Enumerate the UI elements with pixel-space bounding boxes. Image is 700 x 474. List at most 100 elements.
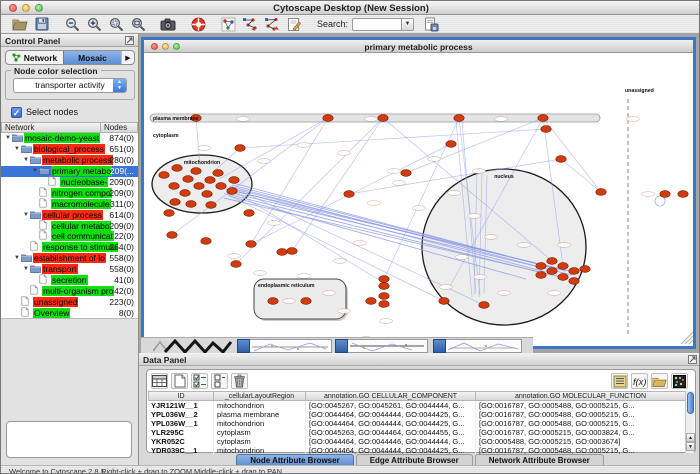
- network-overview-icon[interactable]: [219, 16, 237, 33]
- formula-icon[interactable]: f(x): [631, 373, 648, 389]
- table-row[interactable]: YLR295Ccytoplasm[GO:0045263, GO:0044464,…: [148, 428, 686, 437]
- tree-row[interactable]: ▼cellular process614(0): [1, 209, 138, 220]
- disclosure-triangle-icon[interactable]: ▼: [13, 146, 21, 152]
- tree-row[interactable]: ▼primary metabo209(...: [1, 166, 138, 177]
- network-edge[interactable]: [240, 129, 546, 148]
- create-attribute-icon[interactable]: [171, 373, 188, 389]
- table-row[interactable]: YPL036W__1mitochondrion[GO:0044464, GO:0…: [148, 419, 686, 428]
- network-node[interactable]: [159, 172, 169, 179]
- network-node[interactable]: [536, 272, 546, 279]
- network-node[interactable]: [206, 202, 216, 209]
- table-row[interactable]: YPL036W__2plasma membrane[GO:0044464, GO…: [148, 410, 686, 419]
- network-node[interactable]: [378, 115, 388, 122]
- network-node[interactable]: [454, 115, 464, 122]
- minimized-window-1[interactable]: [237, 339, 332, 353]
- table-cell[interactable]: cytoplasm: [214, 437, 306, 446]
- tree-row[interactable]: ▼biological_process651(0): [1, 144, 138, 155]
- select-nodes-checkbox[interactable]: ✓: [11, 107, 22, 118]
- network-node[interactable]: [541, 126, 551, 133]
- table-row[interactable]: YKR052Ccytoplasm[GO:0044464, GO:0044446,…: [148, 437, 686, 446]
- table-cell[interactable]: [GO:0016787, GO:0005488, GO:0005215, G..…: [476, 401, 686, 410]
- network-node[interactable]: [547, 268, 557, 275]
- network-node[interactable]: [231, 261, 241, 268]
- network-node[interactable]: [169, 183, 179, 190]
- network-node[interactable]: [401, 170, 411, 177]
- network-node[interactable]: [172, 165, 182, 172]
- table-cell[interactable]: YPL036W__2: [148, 410, 214, 419]
- table-column-header[interactable]: annotation.GO MOLECULAR_FUNCTION: [476, 391, 686, 401]
- delete-attribute-icon[interactable]: [231, 373, 248, 389]
- unselect-attributes-icon[interactable]: [211, 373, 228, 389]
- network-node[interactable]: [678, 191, 688, 198]
- tab-mosaic[interactable]: Mosaic: [63, 51, 121, 64]
- disclosure-triangle-icon[interactable]: ▼: [22, 157, 30, 163]
- network-node[interactable]: [191, 168, 201, 175]
- table-column-header[interactable]: annotation.GO CELLULAR_COMPONENT: [306, 391, 476, 401]
- network-node[interactable]: [216, 183, 226, 190]
- help-icon[interactable]: [189, 16, 207, 33]
- table-cell[interactable]: [GO:0016787, GO:0005488, GO:0005215, G..…: [476, 410, 686, 419]
- tree-row[interactable]: ▼transport558(0): [1, 264, 138, 275]
- zoom-in-icon[interactable]: [85, 16, 103, 33]
- attribute-table-scrollbar[interactable]: ▲ ▼: [685, 391, 694, 453]
- tree-column-nodes[interactable]: Nodes: [101, 122, 138, 133]
- tree-column-network[interactable]: Network: [1, 122, 101, 133]
- float-panel-icon[interactable]: [688, 355, 697, 364]
- table-cell[interactable]: [GO:0045267, GO:0045261, GO:0044444, G..…: [306, 401, 476, 410]
- disclosure-triangle-icon[interactable]: ▼: [4, 135, 12, 141]
- network-node[interactable]: [558, 274, 568, 281]
- float-panel-icon[interactable]: [125, 36, 134, 45]
- resize-grip-icon[interactable]: [685, 336, 693, 344]
- table-cell[interactable]: [GO:0045263, GO:0044464, GO:0044455, G..…: [306, 428, 476, 437]
- network-node[interactable]: [323, 115, 333, 122]
- network-node[interactable]: [235, 145, 245, 152]
- tree-row[interactable]: secretion41(0): [1, 275, 138, 286]
- network-node[interactable]: [558, 263, 568, 270]
- zoom-fit-icon[interactable]: [129, 16, 147, 33]
- open-icon[interactable]: [11, 16, 29, 33]
- table-cell[interactable]: [GO:0016787, GO:0005488, GO:0005215, G..…: [476, 419, 686, 428]
- network-node[interactable]: [379, 283, 389, 290]
- table-cell[interactable]: [GO:0016787, GO:0005215, GO:0003824, G..…: [476, 428, 686, 437]
- table-cell[interactable]: mitochondrion: [214, 401, 306, 410]
- minimized-window-titlebar[interactable]: [433, 339, 446, 353]
- matrix-icon[interactable]: [671, 373, 688, 389]
- network-view-window[interactable]: primary metabolic process plasma membran…: [141, 37, 696, 349]
- table-cell[interactable]: [GO:0044464, GO:0044444, GO:0044425, G..…: [306, 419, 476, 428]
- resize-grip-icon[interactable]: [689, 340, 693, 344]
- minimized-window-3[interactable]: [433, 339, 522, 353]
- network-node[interactable]: [569, 268, 579, 275]
- tree-row[interactable]: nucleobase-209(0): [1, 177, 138, 188]
- network-node[interactable]: [379, 293, 389, 300]
- network-node[interactable]: [556, 156, 566, 163]
- network-node[interactable]: [205, 177, 215, 184]
- select-attributes-icon[interactable]: [191, 373, 208, 389]
- network-node[interactable]: [186, 201, 196, 208]
- network-node[interactable]: [180, 190, 190, 197]
- table-cell[interactable]: [GO:0044464, GO:0044446, GO:0044444, G..…: [306, 437, 476, 446]
- network-node[interactable]: [213, 170, 223, 177]
- network-node[interactable]: [479, 302, 489, 309]
- tree-row[interactable]: nitrogen compo209(0): [1, 187, 138, 198]
- disclosure-triangle-icon[interactable]: ▼: [13, 255, 21, 261]
- disclosure-triangle-icon[interactable]: ▼: [22, 212, 30, 218]
- table-cell[interactable]: plasma membrane: [214, 410, 306, 419]
- table-icon[interactable]: [151, 373, 168, 389]
- network-node[interactable]: [277, 249, 287, 256]
- search-input[interactable]: ▼: [352, 18, 414, 31]
- layout-2-icon[interactable]: [263, 16, 281, 33]
- network-node[interactable]: [379, 301, 389, 308]
- table-cell[interactable]: YLR295C: [148, 428, 214, 437]
- minimized-window-2[interactable]: [335, 339, 428, 353]
- minimized-window-titlebar[interactable]: [237, 339, 250, 353]
- network-node[interactable]: [366, 298, 376, 305]
- node-color-dropdown[interactable]: transporter activity ▲▼: [13, 78, 127, 93]
- tab-scroll-right-icon[interactable]: ▶: [121, 51, 134, 64]
- table-cell[interactable]: YJR121W__1: [148, 401, 214, 410]
- network-node[interactable]: [229, 177, 239, 184]
- network-node[interactable]: [379, 276, 389, 283]
- scrollbar-thumb[interactable]: [687, 392, 694, 414]
- tab-network[interactable]: Network: [6, 51, 63, 64]
- network-node[interactable]: [227, 188, 237, 195]
- network-node[interactable]: [536, 263, 546, 270]
